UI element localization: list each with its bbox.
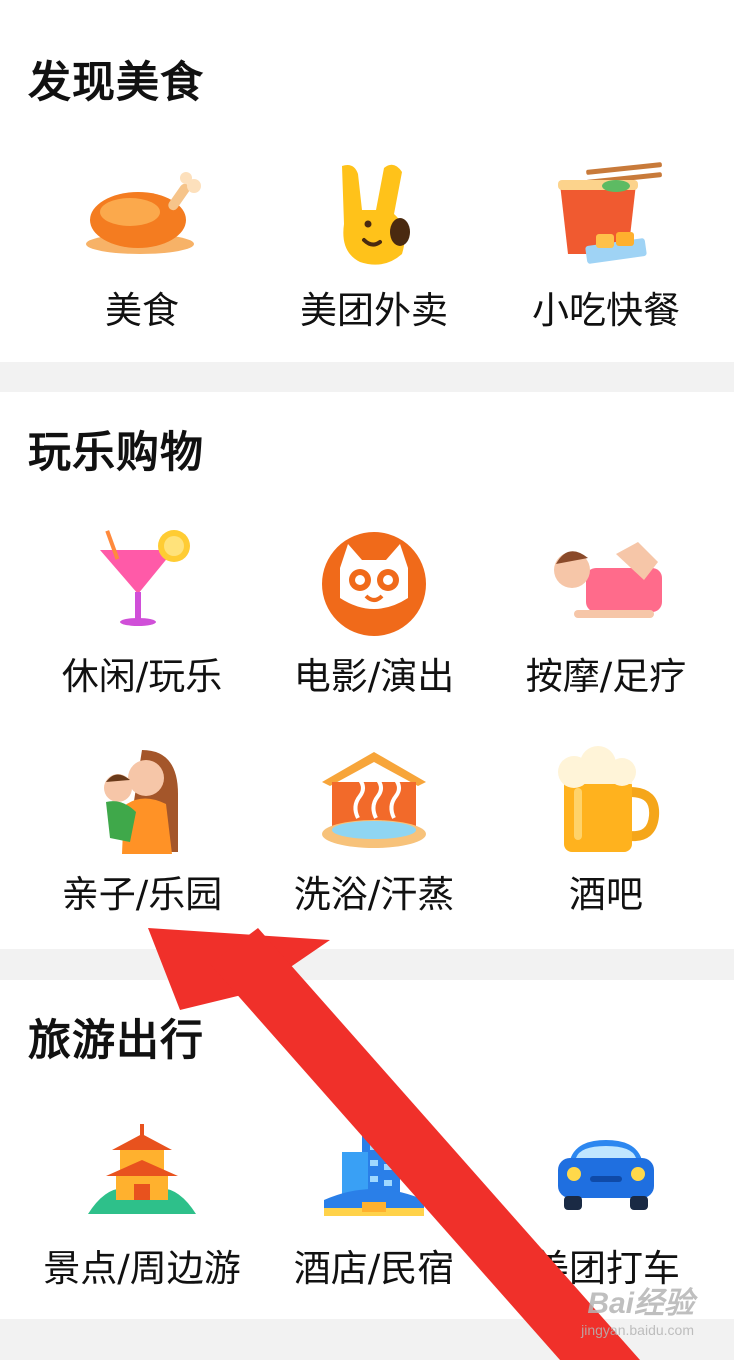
section-title-travel: 旅游出行 [28,1016,204,1066]
roast-chicken-icon [82,158,202,278]
pagoda-icon [82,1116,202,1236]
section-food: 发现美食 美食 美团外卖 小吃快餐 [0,0,734,362]
grid-item-label: 景点/周边游 [43,1247,241,1290]
grid-item-label: 洗浴/汗蒸 [293,873,455,916]
section-title-food: 发现美食 [28,58,204,108]
massage-icon [546,524,666,644]
car-icon [546,1116,666,1236]
parent-child-icon [82,742,202,862]
grid-item-label: 按摩/足疗 [525,655,687,698]
grid-item-label: 酒吧 [569,873,643,916]
cocktail-icon [82,524,202,644]
grid-item-label: 美团外卖 [300,289,448,332]
section-title-entertainment: 玩乐购物 [28,428,204,478]
grid-item-label: 酒店/民宿 [293,1247,455,1290]
noodle-bowl-icon [546,158,666,278]
kangaroo-mascot-icon [314,158,434,278]
hotel-building-icon [314,1116,434,1236]
hot-spring-icon [314,742,434,862]
watermark-url: jingyan.baidu.com [581,1322,694,1338]
grid-item-label: 电影/演出 [293,655,455,698]
watermark-brand: Bai经验 [587,1287,694,1320]
beer-mug-icon [546,742,666,862]
grid-item-label: 亲子/乐园 [61,873,223,916]
section-travel: 旅游出行 景点/周边游 酒店/民宿 美团打车 [0,980,734,1319]
grid-item-label: 美食 [105,289,179,332]
grid-item-label: 休闲/玩乐 [61,655,223,698]
grid-item-label: 小吃快餐 [532,289,680,332]
section-entertainment: 玩乐购物 休闲/玩乐 电影/演出 按摩/足疗 亲子/乐园 洗浴/汗蒸 酒吧 [0,392,734,949]
watermark: Bai经验 jingyan.baidu.com [581,1278,694,1338]
cat-movie-icon [314,524,434,644]
